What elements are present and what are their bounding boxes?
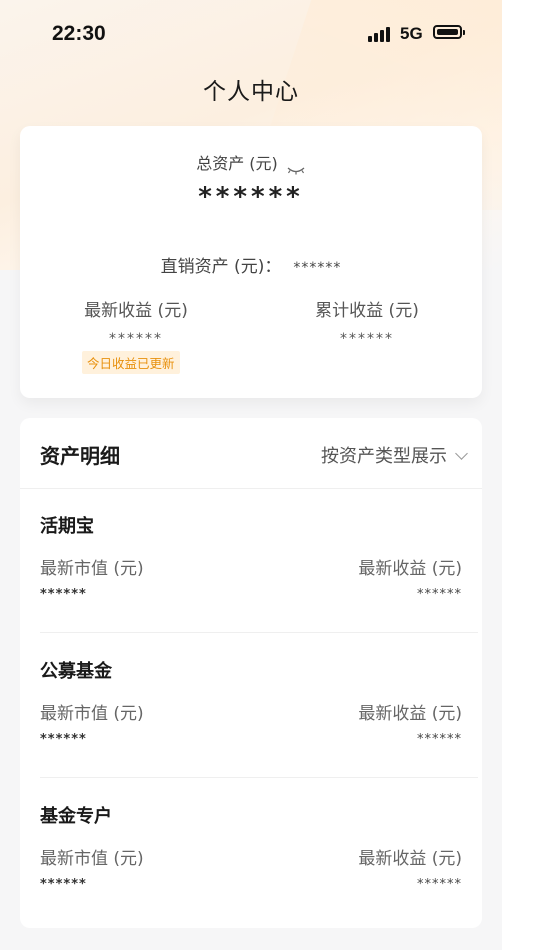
eye-closed-icon[interactable] bbox=[286, 160, 306, 174]
latest-income-block: 最新收益 (元) ****** bbox=[36, 296, 236, 347]
chevron-down-icon bbox=[455, 447, 468, 460]
cumulative-income-block: 累计收益 (元) ****** bbox=[267, 296, 467, 347]
asset-details-title: 资产明细 bbox=[40, 444, 120, 468]
latest-income-label: 最新收益 (元) bbox=[84, 301, 188, 321]
section-title: 活期宝 bbox=[40, 516, 94, 537]
latest-income-value: ****** bbox=[417, 587, 462, 602]
latest-income-label: 最新收益 (元) bbox=[358, 559, 462, 579]
latest-income-value: ****** bbox=[417, 877, 462, 892]
signal-icon bbox=[368, 26, 394, 42]
cumulative-income-label: 累计收益 (元) bbox=[315, 301, 419, 321]
asset-summary-card: 总资产 (元) ****** 直销资产 (元)： ****** 最新收益 (元) … bbox=[20, 126, 482, 398]
market-value-value: ****** bbox=[40, 587, 87, 602]
direct-assets-value: ****** bbox=[293, 260, 342, 276]
asset-type-filter-label: 按资产类型展示 bbox=[321, 446, 447, 467]
asset-type-filter[interactable]: 按资产类型展示 bbox=[321, 442, 468, 468]
direct-assets-row: 直销资产 (元)： ****** bbox=[20, 252, 482, 277]
section-title: 基金专户 bbox=[40, 806, 112, 827]
battery-icon bbox=[433, 25, 465, 39]
market-value-label: 最新市值 (元) bbox=[40, 704, 144, 724]
asset-section-special-account[interactable]: 基金专户 最新市值 (元) 最新收益 (元) ****** ****** bbox=[20, 778, 482, 923]
latest-income-label: 最新收益 (元) bbox=[358, 704, 462, 724]
latest-income-value: ****** bbox=[109, 331, 163, 347]
latest-income-value: ****** bbox=[417, 732, 462, 747]
market-value-label: 最新市值 (元) bbox=[40, 559, 144, 579]
market-value-value: ****** bbox=[40, 732, 87, 747]
asset-details-header: 资产明细 按资产类型展示 bbox=[20, 418, 482, 489]
screen: 22:30 5G 个人中心 总资产 (元) ****** 直销资产 (元)： **… bbox=[0, 0, 502, 950]
total-assets-value: ****** bbox=[198, 182, 304, 212]
total-assets-header: 总资产 (元) bbox=[20, 150, 482, 174]
cumulative-income-value: ****** bbox=[340, 331, 394, 347]
asset-section-public-fund[interactable]: 公募基金 最新市值 (元) 最新收益 (元) ****** ****** bbox=[20, 633, 482, 778]
network-type: 5G bbox=[400, 24, 423, 43]
asset-details-card: 资产明细 按资产类型展示 活期宝 最新市值 (元) 最新收益 (元) *****… bbox=[20, 418, 482, 928]
total-assets-label: 总资产 (元) bbox=[196, 154, 278, 173]
market-value-value: ****** bbox=[40, 877, 87, 892]
section-title: 公募基金 bbox=[40, 661, 112, 682]
income-updated-badge: 今日收益已更新 bbox=[82, 351, 180, 374]
status-time: 22:30 bbox=[52, 22, 106, 45]
latest-income-label: 最新收益 (元) bbox=[358, 849, 462, 869]
asset-section-demand[interactable]: 活期宝 最新市值 (元) 最新收益 (元) ****** ****** bbox=[20, 488, 482, 633]
page-title: 个人中心 bbox=[203, 79, 299, 105]
market-value-label: 最新市值 (元) bbox=[40, 849, 144, 869]
status-bar: 22:30 5G bbox=[0, 0, 502, 66]
direct-assets-label: 直销资产 (元)： bbox=[160, 257, 282, 277]
